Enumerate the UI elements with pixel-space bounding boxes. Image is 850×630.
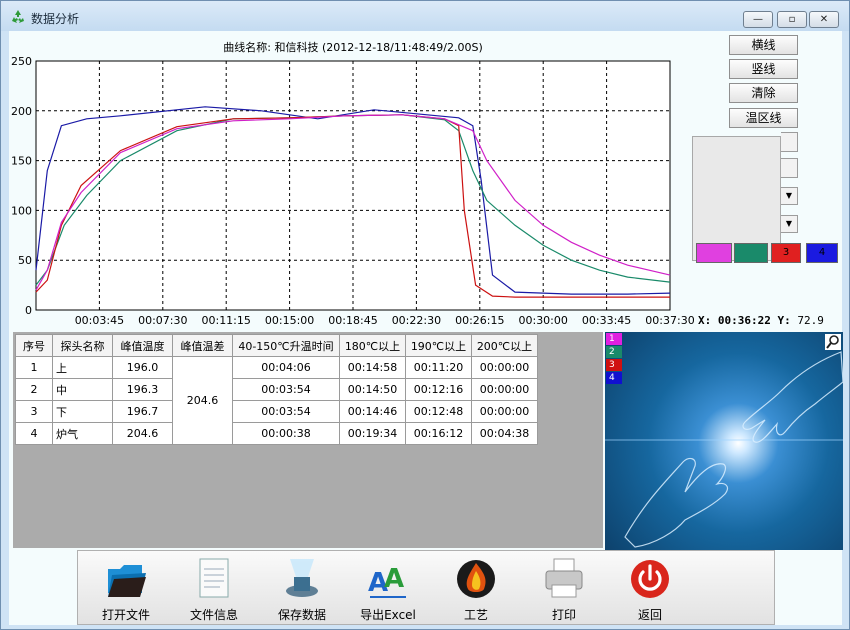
color-swatch-1[interactable]: [696, 243, 732, 263]
save-data-label: 保存数据: [277, 608, 326, 622]
print-button[interactable]: 打印: [526, 551, 602, 624]
results-table-area: 序号 探头名称 峰值温度 峰值温差 40-150℃升温时间 180℃以上 190…: [13, 332, 603, 548]
col-header-no: 序号: [15, 334, 53, 357]
y-tick-label: 50: [18, 254, 32, 267]
y-tick-label: 100: [11, 204, 32, 217]
col-header-diff: 峰值温差: [172, 334, 233, 357]
folder-icon: [108, 565, 146, 597]
recycle-icon: [12, 10, 24, 23]
results-table: 序号 探头名称 峰值温度 峰值温差 40-150℃升温时间 180℃以上 190…: [15, 334, 538, 445]
col-header-190: 190℃以上: [405, 334, 472, 357]
col-header-peak: 峰值温度: [112, 334, 173, 357]
clear-button[interactable]: 清除: [729, 83, 798, 103]
x-tick-label: 00:11:15: [201, 314, 250, 327]
table-row[interactable]: 2 中 196.3 00:03:54 00:14:50 00:12:16 00:…: [15, 378, 538, 401]
chevron-down-icon: ▼: [785, 219, 793, 228]
x-tick-label: 00:07:30: [138, 314, 187, 327]
minimize-button[interactable]: —: [743, 11, 773, 28]
x-tick-label: 00:22:30: [392, 314, 441, 327]
x-tick-label: 00:33:45: [582, 314, 631, 327]
maximize-button[interactable]: ▫: [777, 11, 807, 28]
open-file-label: 打开文件: [101, 608, 150, 622]
hidden-button-1[interactable]: [781, 132, 798, 152]
combo-dropdown-1[interactable]: ▼: [781, 187, 798, 205]
printer-icon: [545, 558, 583, 598]
color-swatch-2[interactable]: [734, 243, 768, 263]
analysis-window: 数据分析 — ▫ ✕ 曲线名称: 和信科技 (2012-12-18/11:48:…: [0, 0, 850, 630]
bottom-toolbar: 打开文件 文件信息 保存数据 A A 导出Excel 工艺 打印 返回: [77, 550, 775, 625]
back-button[interactable]: 返回: [612, 551, 688, 624]
decorative-hands-image: 1 2 3 4: [605, 332, 843, 550]
color-swatch-3[interactable]: 3: [771, 243, 801, 263]
open-file-button[interactable]: 打开文件: [88, 551, 164, 624]
col-header-200: 200℃以上: [471, 334, 538, 357]
flame-icon: [457, 560, 495, 598]
file-info-label: 文件信息: [189, 608, 238, 622]
table-row[interactable]: 3 下 196.7 00:03:54 00:14:46 00:12:48 00:…: [15, 400, 538, 423]
y-tick-label: 0: [25, 304, 32, 317]
x-tick-label: 00:03:45: [75, 314, 124, 327]
combo-dropdown-2[interactable]: ▼: [781, 215, 798, 233]
x-tick-label: 00:26:15: [455, 314, 504, 327]
table-header-row: 序号 探头名称 峰值温度 峰值温差 40-150℃升温时间 180℃以上 190…: [15, 334, 538, 357]
export-excel-icon: A A: [368, 564, 406, 598]
title-bar[interactable]: 数据分析 — ▫ ✕: [1, 1, 849, 31]
x-tick-label: 00:15:00: [265, 314, 314, 327]
col-header-rise: 40-150℃升温时间: [232, 334, 340, 357]
chart-title: 曲线名称: 和信科技 (2012-12-18/11:48:49/2.00S): [223, 40, 483, 54]
save-disk-icon: [286, 559, 318, 597]
y-tick-label: 150: [11, 155, 32, 168]
vertical-line-button[interactable]: 竖线: [729, 59, 798, 79]
print-label: 打印: [551, 608, 576, 622]
horizontal-line-button[interactable]: 横线: [729, 35, 798, 55]
export-excel-label: 导出Excel: [360, 608, 416, 622]
hands-illustration: [605, 351, 843, 548]
peak-diff-cell: 204.6: [172, 356, 233, 445]
power-icon: [631, 560, 669, 598]
back-label: 返回: [637, 608, 662, 622]
close-button[interactable]: ✕: [809, 11, 839, 28]
y-tick-label: 200: [11, 105, 32, 118]
col-header-probe: 探头名称: [52, 334, 113, 357]
close-icon: ✕: [819, 14, 829, 25]
chevron-down-icon: ▼: [785, 191, 793, 200]
window-title: 数据分析: [31, 12, 80, 26]
y-tick-label: 250: [11, 55, 32, 68]
file-info-button[interactable]: 文件信息: [176, 551, 252, 624]
maximize-icon: ▫: [788, 14, 796, 25]
x-tick-label: 00:18:45: [328, 314, 377, 327]
x-tick-label: 00:37:30: [645, 314, 694, 327]
process-label: 工艺: [463, 608, 488, 622]
minimize-icon: —: [753, 14, 763, 25]
temperature-chart[interactable]: 曲线名称: 和信科技 (2012-12-18/11:48:49/2.00S) 0 5…: [9, 31, 709, 331]
temp-zone-line-button[interactable]: 温区线: [729, 108, 798, 128]
hidden-button-2[interactable]: [781, 158, 798, 178]
svg-text:A: A: [384, 564, 404, 594]
export-excel-button[interactable]: A A 导出Excel: [350, 551, 426, 624]
table-row[interactable]: 1 上 196.0 204.6 00:04:06 00:14:58 00:11:…: [15, 356, 538, 445]
table-row[interactable]: 4 炉气 204.6 00:00:38 00:19:34 00:16:12 00…: [15, 422, 538, 445]
save-data-button[interactable]: 保存数据: [264, 551, 340, 624]
client-area: 曲线名称: 和信科技 (2012-12-18/11:48:49/2.00S) 0 5…: [9, 31, 843, 625]
col-header-180: 180℃以上: [339, 334, 406, 357]
process-button[interactable]: 工艺: [438, 551, 514, 624]
color-swatch-4[interactable]: 4: [806, 243, 838, 263]
cursor-readout: X: 00:36:22 Y: 72.9: [698, 314, 824, 327]
document-icon: [199, 558, 229, 598]
x-tick-label: 00:30:00: [518, 314, 567, 327]
